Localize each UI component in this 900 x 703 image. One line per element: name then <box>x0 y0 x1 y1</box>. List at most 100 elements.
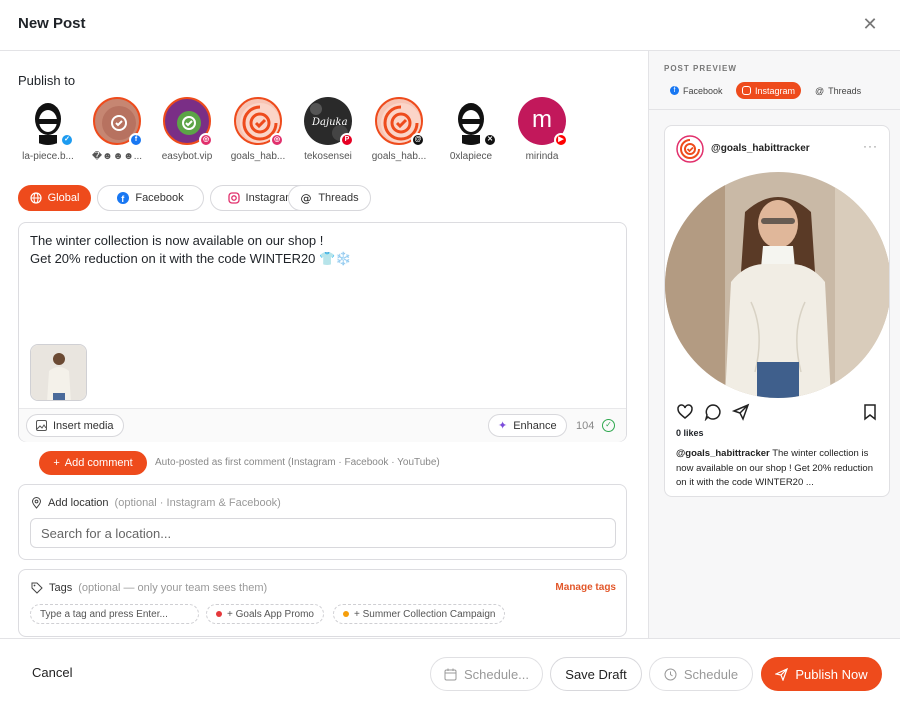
tag-icon <box>31 582 43 594</box>
instagram-icon <box>742 86 751 95</box>
tag-chip[interactable]: + Summer Collection Campaign <box>333 604 506 624</box>
location-pin-icon <box>31 497 42 509</box>
preview-avatar <box>676 135 704 163</box>
preview-tab-threads[interactable]: @ Threads <box>809 82 867 99</box>
account-item[interactable]: f �☻☻☻... <box>84 97 150 167</box>
account-name: tekosensei <box>304 151 352 162</box>
facebook-icon: f <box>670 86 679 95</box>
enhance-button[interactable]: ✦ Enhance <box>488 414 567 437</box>
account-item[interactable]: ✕ 0xlapiece <box>438 97 504 167</box>
compose-panel: Publish to ✓ la-piece.b... f �☻☻☻... ◎ e… <box>0 51 648 638</box>
account-name: mirinda <box>525 151 559 162</box>
account-item[interactable]: @ goals_hab... <box>366 97 432 167</box>
account-item[interactable]: ✓ la-piece.b... <box>15 97 81 167</box>
preview-caption: @goals_habittracker The winter collectio… <box>676 448 873 488</box>
clock-icon <box>664 668 677 680</box>
tag-color-dot <box>216 611 222 617</box>
account-item[interactable]: m ▶ mirinda <box>509 97 575 167</box>
account-avatar: ◎ <box>234 97 284 147</box>
comment-icon[interactable] <box>704 403 722 421</box>
threads-icon: @ <box>815 85 825 96</box>
threads-icon: @ <box>301 192 312 204</box>
tags-label: Tags (optional — only your team sees the… <box>31 582 267 594</box>
manage-tags-link[interactable]: Manage tags <box>555 582 616 593</box>
bluesky-icon: ✓ <box>60 133 74 147</box>
account-avatar: Dajuka P <box>304 97 354 147</box>
image-icon <box>36 420 47 431</box>
instagram-icon: ◎ <box>199 133 213 147</box>
account-name: goals_hab... <box>371 151 427 162</box>
save-draft-button[interactable]: Save Draft <box>550 657 642 691</box>
post-editor[interactable]: The winter collection is now available o… <box>18 222 627 442</box>
svg-text:@: @ <box>301 192 312 204</box>
account-avatar: f <box>93 97 143 147</box>
tags-section: Tags (optional — only your team sees the… <box>18 569 627 637</box>
tag-color-dot <box>343 611 349 617</box>
account-avatar: ✓ <box>24 97 74 147</box>
media-thumbnail[interactable] <box>30 344 87 401</box>
plus-icon: + <box>53 457 60 469</box>
account-name: easybot.vip <box>161 151 213 162</box>
schedule-button[interactable]: Schedule <box>649 657 753 691</box>
preview-tab-instagram[interactable]: Instagram <box>736 82 802 99</box>
modal-header: New Post ✕ <box>0 0 900 51</box>
check-circle-icon: ✓ <box>602 419 615 432</box>
location-label: Add location (optional · Instagram & Fac… <box>31 497 281 509</box>
publish-to-label: Publish to <box>18 73 76 88</box>
facebook-icon: f <box>117 192 130 204</box>
location-search-input[interactable]: Search for a location... <box>30 518 616 548</box>
publish-now-button[interactable]: Publish Now <box>761 657 882 691</box>
account-avatar: @ <box>375 97 425 147</box>
account-item[interactable]: ◎ goals_hab... <box>225 97 291 167</box>
send-icon <box>775 667 789 681</box>
editor-toolbar: Insert media ✦ Enhance 104 ✓ <box>19 408 626 442</box>
tab-threads[interactable]: @ Threads <box>288 185 371 211</box>
account-name: goals_hab... <box>230 151 286 162</box>
more-options-icon[interactable]: ··· <box>863 139 878 153</box>
account-avatar: ◎ <box>163 97 213 147</box>
account-avatar: ✕ <box>447 97 497 147</box>
tab-facebook[interactable]: f Facebook <box>97 185 204 211</box>
account-item[interactable]: ◎ easybot.vip <box>154 97 220 167</box>
bookmark-icon[interactable] <box>861 403 879 421</box>
add-comment-button[interactable]: + Add comment <box>39 451 147 475</box>
location-section: Add location (optional · Instagram & Fac… <box>18 484 627 560</box>
likes-count: 0 likes <box>676 428 704 438</box>
post-text[interactable]: The winter collection is now available o… <box>30 232 351 268</box>
comment-note: Auto-posted as first comment (Instagram … <box>155 457 440 468</box>
heart-icon[interactable] <box>676 403 694 421</box>
insert-media-button[interactable]: Insert media <box>26 414 124 437</box>
account-name: 0xlapiece <box>449 151 493 162</box>
modal-footer: Cancel Schedule... Save Draft Schedule P… <box>0 638 900 703</box>
sparkle-icon: ✦ <box>498 420 508 432</box>
instagram-icon: ◎ <box>270 133 284 147</box>
share-icon[interactable] <box>732 403 750 421</box>
preview-tab-facebook[interactable]: f Facebook <box>664 82 729 99</box>
facebook-icon: f <box>129 133 143 147</box>
account-item[interactable]: Dajuka P tekosensei <box>295 97 361 167</box>
preview-image <box>665 172 889 398</box>
account-name: la-piece.b... <box>22 151 74 162</box>
globe-icon <box>29 192 42 204</box>
character-count: 104 <box>576 420 595 432</box>
tag-chip[interactable]: + Goals App Promo <box>206 604 324 624</box>
preview-handle: @goals_habittracker <box>711 143 810 154</box>
threads-icon: @ <box>411 133 425 147</box>
post-preview-card: @goals_habittracker ··· 0 likes @goals_h… <box>664 125 890 497</box>
account-name: �☻☻☻... <box>91 151 143 162</box>
divider <box>649 109 900 110</box>
x-icon: ✕ <box>483 133 497 147</box>
preview-panel: POST PREVIEW f Facebook Instagram @ Thre… <box>648 51 900 638</box>
pinterest-icon: P <box>340 133 354 147</box>
modal-title: New Post <box>18 15 86 32</box>
tab-global[interactable]: Global <box>18 185 91 211</box>
youtube-icon: ▶ <box>554 133 568 147</box>
close-icon[interactable]: ✕ <box>860 14 880 34</box>
svg-text:Dajuka: Dajuka <box>311 117 348 128</box>
instagram-icon <box>227 192 240 204</box>
schedule-date-button[interactable]: Schedule... <box>430 657 543 691</box>
cancel-button[interactable]: Cancel <box>32 665 72 680</box>
account-avatar: m ▶ <box>518 97 568 147</box>
tag-input[interactable]: Type a tag and press Enter... <box>30 604 199 624</box>
calendar-clock-icon <box>444 668 457 680</box>
